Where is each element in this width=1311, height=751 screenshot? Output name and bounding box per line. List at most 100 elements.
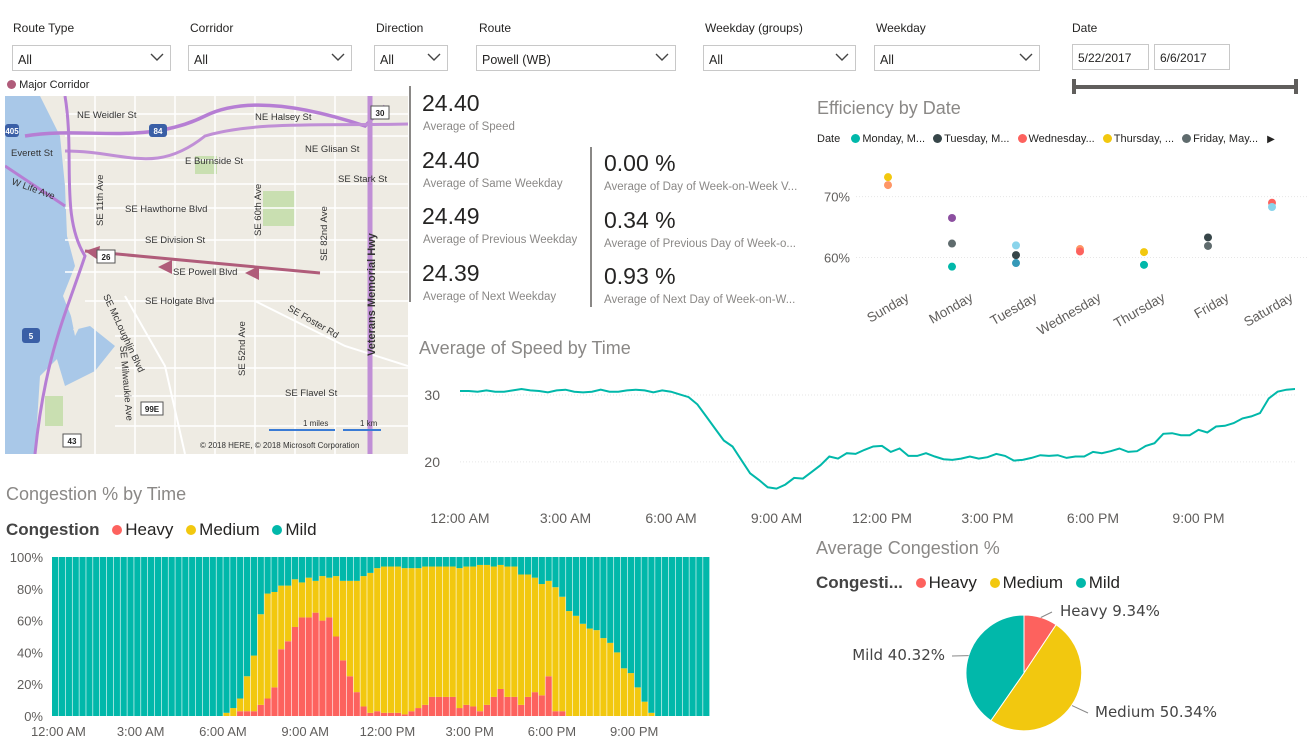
speed-series-line	[460, 387, 1295, 490]
street-label: NE Weidler St	[77, 110, 137, 121]
legend-item-label[interactable]: Tuesday, M...	[944, 133, 1009, 145]
bar-medium	[572, 615, 580, 716]
bar-mild	[52, 557, 59, 716]
date-end-input[interactable]: 6/6/2017	[1154, 44, 1230, 70]
bar-mild	[237, 557, 244, 699]
pie-legend: Congesti... Heavy Medium Mild	[816, 573, 1120, 593]
street-label: E Burnside St	[185, 156, 243, 167]
bar-mild	[353, 557, 360, 581]
bar-mild	[99, 557, 107, 716]
map[interactable]: NE Weidler St NE Halsey St NE Glisan St …	[5, 96, 408, 454]
bar-medium	[257, 614, 264, 705]
same-weekday-value: 24.40	[422, 147, 480, 173]
bar-mild	[531, 557, 539, 578]
bar-mild	[285, 557, 292, 586]
bar-medium	[490, 566, 497, 697]
bar-medium	[559, 596, 566, 712]
legend-dot	[7, 80, 16, 89]
legend-mild: Mild	[285, 520, 317, 539]
street-label: SE Stark St	[338, 174, 387, 185]
weekday-groups-dropdown[interactable]: All	[703, 45, 856, 71]
street-label: SE Division St	[145, 235, 206, 246]
bar-heavy	[285, 641, 292, 716]
slicer-label: Route	[479, 21, 512, 35]
bar-mild	[566, 557, 573, 612]
bar-heavy	[278, 649, 285, 716]
bar-mild	[593, 557, 600, 631]
scatter-point	[1012, 259, 1020, 268]
bar-medium	[401, 568, 408, 715]
bar-mild	[559, 557, 566, 597]
bar-medium	[333, 576, 340, 637]
date-start-input[interactable]: 5/22/2017	[1072, 44, 1149, 70]
bar-medium	[291, 579, 299, 627]
scatter-point	[884, 173, 892, 182]
legend-title: Congesti...	[816, 573, 903, 592]
bar-heavy	[524, 696, 532, 716]
route-type-dropdown[interactable]: All	[12, 45, 171, 71]
weekday-dropdown[interactable]: All	[874, 45, 1040, 71]
legend-dot	[1075, 578, 1086, 588]
pie-data-label: Medium 50.34%	[1095, 703, 1217, 721]
date-range-slider[interactable]	[1074, 85, 1297, 89]
bar-mild	[641, 557, 648, 702]
bar-heavy	[483, 704, 491, 716]
bar-medium	[470, 566, 477, 707]
bar-medium	[627, 673, 635, 716]
y-tick-label: 60%	[824, 251, 850, 266]
legend-item-label[interactable]: Wednesday...	[1029, 133, 1095, 145]
x-tick-label: 6:00 AM	[645, 510, 696, 526]
bar-mild	[161, 557, 168, 716]
bar-medium	[237, 698, 244, 712]
bar-heavy	[442, 696, 449, 716]
bar-medium	[518, 574, 525, 705]
corridor-dropdown[interactable]: All	[188, 45, 352, 71]
legend-dot	[851, 134, 861, 143]
bar-mild	[470, 557, 477, 567]
y-tick-label: 80%	[17, 582, 43, 597]
dropdown-value: Powell (WB)	[482, 53, 551, 67]
bar-mild	[291, 557, 299, 580]
bar-mild	[428, 557, 436, 567]
x-tick-label: 12:00 PM	[360, 724, 416, 739]
bar-mild	[662, 557, 669, 716]
legend-dot	[112, 525, 123, 535]
bar-mild	[497, 557, 504, 565]
direction-dropdown[interactable]: All	[374, 45, 448, 71]
bar-medium	[223, 712, 230, 716]
legend-next-arrow-icon[interactable]: ▶	[1267, 134, 1275, 145]
bar-heavy	[476, 711, 484, 716]
legend-item-label[interactable]: Thursday, ...	[1114, 133, 1174, 145]
bar-medium	[586, 628, 593, 716]
pie-data-label: Heavy 9.34%	[1060, 602, 1160, 620]
bar-medium	[374, 568, 381, 712]
bar-heavy	[319, 620, 326, 716]
bar-mild	[189, 557, 196, 716]
legend-dot	[1017, 134, 1027, 143]
map-canvas[interactable]: NE Weidler St NE Halsey St NE Glisan St …	[5, 96, 408, 454]
x-tick-label: Thursday	[1111, 289, 1167, 330]
date-slider-start-handle[interactable]	[1072, 79, 1076, 94]
bar-medium	[305, 577, 312, 618]
bar-heavy	[333, 636, 340, 716]
shield-label: 99E	[145, 405, 160, 414]
bar-mild	[538, 557, 545, 585]
legend-dot	[933, 134, 943, 143]
scatter-point	[948, 239, 956, 248]
route-dropdown[interactable]: Powell (WB)	[476, 45, 676, 71]
bar-medium	[641, 701, 648, 716]
bar-medium	[422, 566, 429, 705]
bar-heavy	[305, 617, 312, 716]
legend-dot	[186, 525, 197, 535]
bar-medium	[607, 642, 614, 716]
bar-medium	[463, 566, 470, 705]
date-slider-end-handle[interactable]	[1294, 79, 1298, 94]
bar-mild	[93, 557, 100, 716]
street-label: SE Holgate Blvd	[145, 296, 214, 307]
bar-mild	[422, 557, 429, 567]
bar-heavy	[552, 711, 559, 716]
bar-mild	[141, 557, 148, 716]
bar-medium	[285, 585, 292, 642]
legend-item-label[interactable]: Monday, M...	[862, 133, 925, 145]
legend-item-label[interactable]: Friday, May...	[1193, 133, 1258, 145]
